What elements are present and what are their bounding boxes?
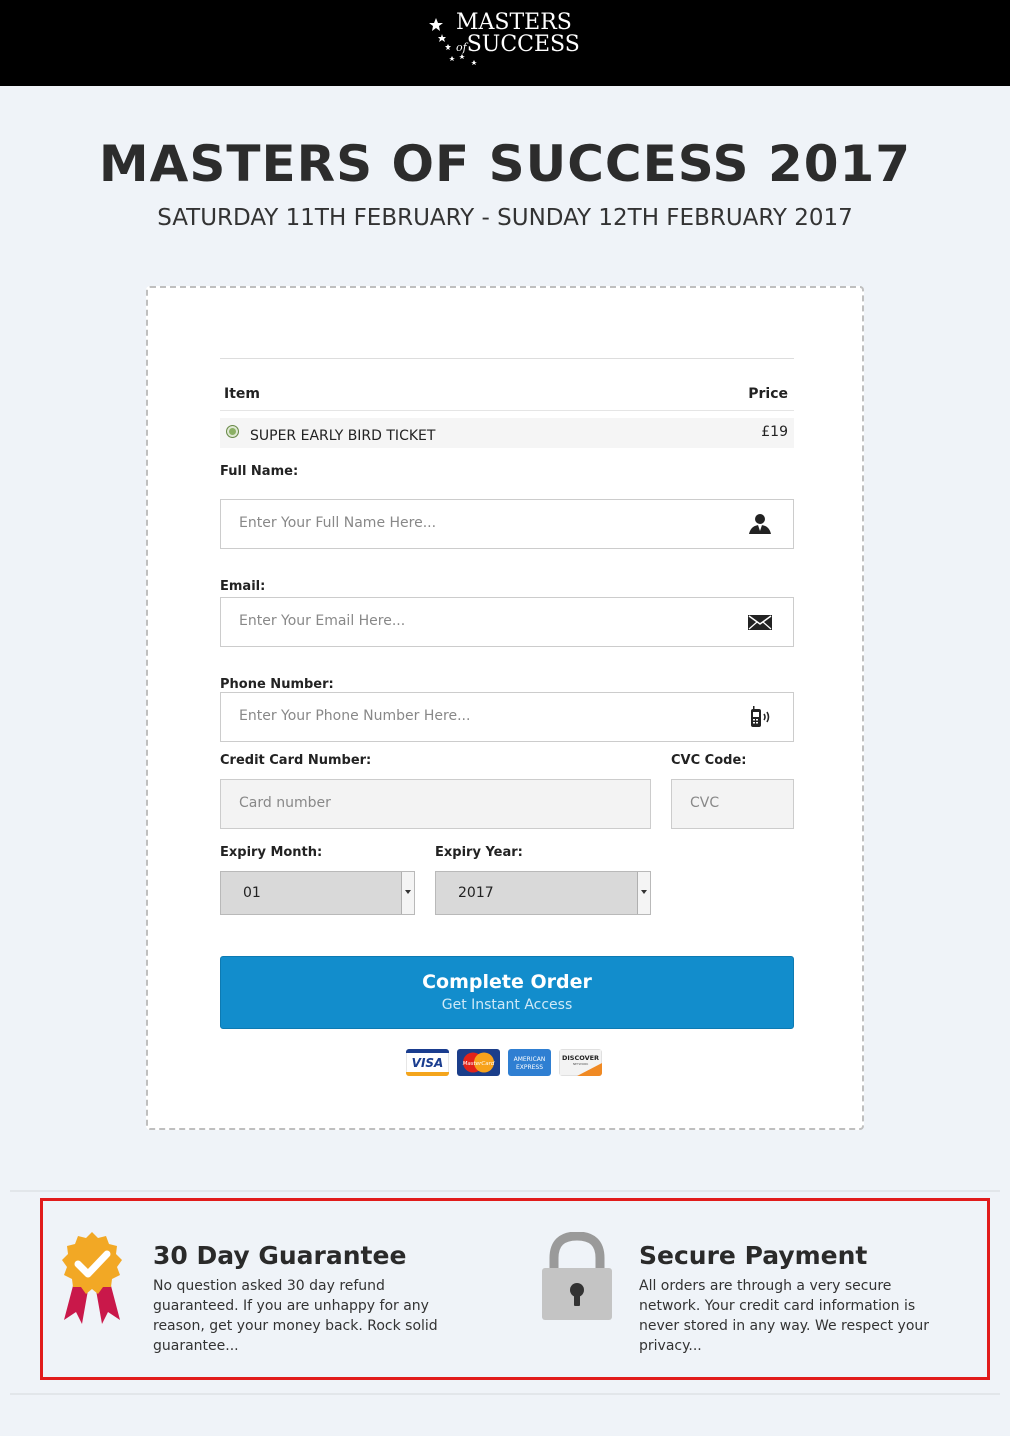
- card-number-field[interactable]: Card number: [220, 779, 651, 829]
- chevron-down-icon[interactable]: [401, 872, 414, 914]
- discover-logo-text: DISCOVER: [562, 1054, 599, 1062]
- expiry-year-label: Expiry Year:: [435, 845, 523, 860]
- email-placeholder: Enter Your Email Here...: [239, 613, 406, 629]
- card-number-label: Credit Card Number:: [220, 753, 372, 768]
- mastercard-logo-text: MasterCard: [463, 1061, 495, 1067]
- cvc-label: CVC Code:: [671, 753, 747, 768]
- mobile-phone-icon: [751, 706, 770, 727]
- expiry-month-value: 01: [243, 885, 261, 901]
- chevron-down-icon[interactable]: [637, 872, 650, 914]
- cvc-placeholder: CVC: [690, 795, 720, 811]
- visa-logo-text: VISA: [412, 1056, 444, 1070]
- discover-logo-subtext: NETWORK: [573, 1062, 589, 1066]
- product-row[interactable]: SUPER EARLY BIRD TICKET £19: [220, 418, 794, 448]
- phone-label: Phone Number:: [220, 677, 334, 692]
- padlock-icon: [542, 1232, 612, 1320]
- envelope-icon: [748, 615, 772, 630]
- amex-logo-text-line1: AMERICAN: [514, 1056, 546, 1063]
- expiry-month-select[interactable]: 01: [220, 871, 415, 915]
- product-price: £19: [761, 424, 788, 440]
- email-field[interactable]: Enter Your Email Here...: [220, 597, 794, 647]
- top-bar: MASTERS ofSUCCESS: [0, 0, 1010, 86]
- page-title: MASTERS OF SUCCESS 2017: [98, 135, 912, 193]
- divider: [220, 410, 794, 411]
- logo-text-success-word: SUCCESS: [466, 32, 580, 57]
- mastercard-logo-icon: MasterCard: [457, 1049, 500, 1076]
- divider: [10, 1393, 1000, 1395]
- expiry-month-label: Expiry Month:: [220, 845, 323, 860]
- logo-text-success: ofSUCCESS: [456, 32, 580, 61]
- order-form-card: Item Price SUPER EARLY BIRD TICKET £19 F…: [146, 286, 864, 1130]
- complete-order-button[interactable]: Complete Order Get Instant Access: [220, 956, 794, 1029]
- card-number-placeholder: Card number: [239, 795, 331, 811]
- trust-section: 30 Day Guarantee No question asked 30 da…: [40, 1198, 990, 1380]
- masters-of-success-logo[interactable]: MASTERS ofSUCCESS: [428, 10, 588, 70]
- user-icon: [749, 514, 771, 534]
- phone-placeholder: Enter Your Phone Number Here...: [239, 708, 471, 724]
- discover-logo-icon: DISCOVER NETWORK: [559, 1049, 602, 1076]
- guarantee-title: 30 Day Guarantee: [153, 1241, 407, 1270]
- product-radio[interactable]: [226, 425, 239, 438]
- logo-text-of: of: [456, 41, 467, 54]
- divider: [220, 358, 794, 359]
- amex-logo-text-line2: EXPRESS: [516, 1064, 543, 1071]
- full-name-placeholder: Enter Your Full Name Here...: [239, 515, 437, 531]
- award-badge-icon: [62, 1232, 122, 1324]
- secure-payment-text: All orders are through a very secure net…: [639, 1278, 930, 1354]
- product-name: SUPER EARLY BIRD TICKET: [250, 428, 436, 444]
- price-column-header: Price: [748, 386, 788, 402]
- email-label: Email:: [220, 579, 266, 594]
- expiry-year-value: 2017: [458, 885, 494, 901]
- full-name-field[interactable]: Enter Your Full Name Here...: [220, 499, 794, 549]
- expiry-year-select[interactable]: 2017: [435, 871, 651, 915]
- payment-logos: VISA MasterCard AMERICAN EXPRESS DISCOVE…: [406, 1049, 606, 1079]
- phone-field[interactable]: Enter Your Phone Number Here...: [220, 692, 794, 742]
- complete-order-label: Complete Order: [422, 971, 592, 993]
- divider: [10, 1190, 1000, 1192]
- guarantee-text: No question asked 30 day refund guarante…: [153, 1278, 438, 1354]
- complete-order-sublabel: Get Instant Access: [441, 997, 573, 1013]
- page-subtitle: SATURDAY 11TH FEBRUARY - SUNDAY 12TH FEB…: [157, 205, 853, 231]
- amex-logo-icon: AMERICAN EXPRESS: [508, 1049, 551, 1076]
- cvc-field[interactable]: CVC: [671, 779, 794, 829]
- full-name-label: Full Name:: [220, 464, 299, 479]
- visa-logo-icon: VISA: [406, 1049, 449, 1076]
- item-column-header: Item: [224, 386, 260, 402]
- secure-payment-title: Secure Payment: [639, 1241, 868, 1270]
